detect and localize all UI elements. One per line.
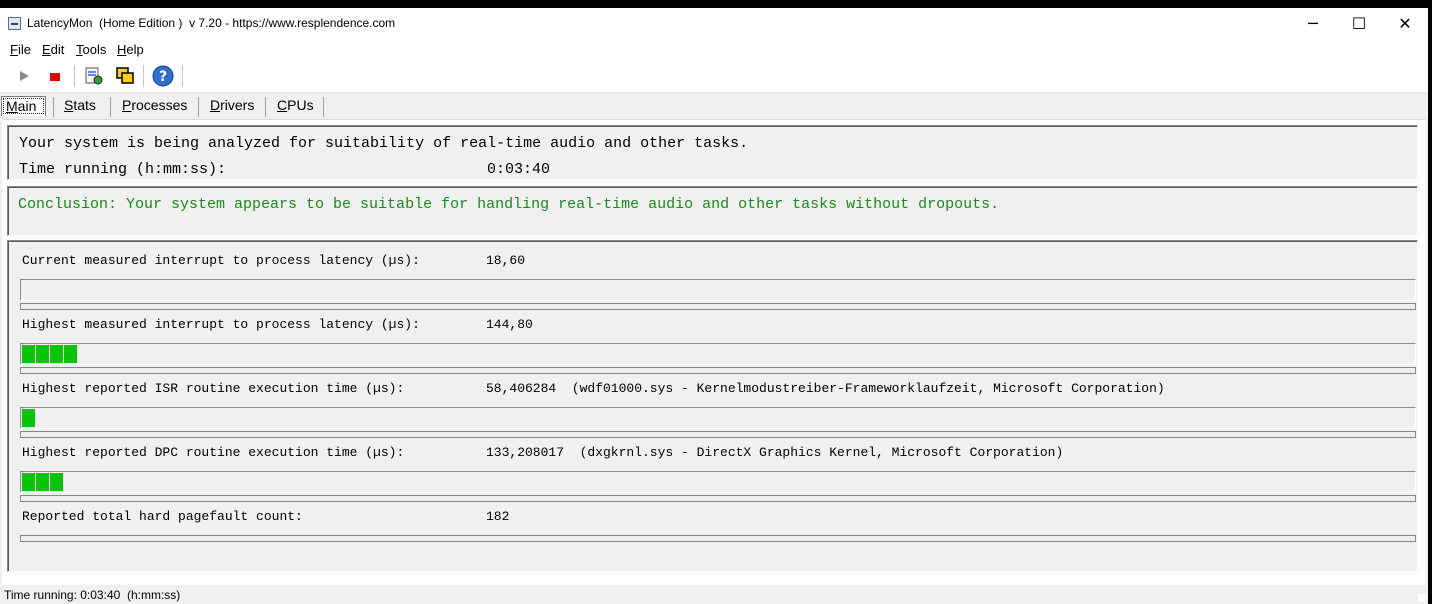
close-icon: ✕	[1398, 14, 1412, 33]
minimize-button[interactable]: ─	[1290, 8, 1336, 39]
menu-edit[interactable]: Edit	[42, 42, 64, 57]
conclusion-text: Conclusion: Your system appears to be su…	[18, 196, 1000, 213]
tab-bar: Main Stats Processes Drivers CPUs	[0, 93, 1428, 119]
menu-tools[interactable]: Tools	[76, 42, 106, 57]
metric-value: 18,60	[486, 253, 526, 268]
menu-help[interactable]: Help	[117, 42, 144, 57]
toolbar-separator	[74, 65, 75, 87]
metric-divider	[20, 367, 1416, 374]
bar-segment	[50, 345, 64, 363]
analysis-text: Your system is being analyzed for suitab…	[19, 135, 749, 152]
tab-processes[interactable]: Processes	[118, 96, 191, 116]
metric-bar-fill	[22, 473, 64, 491]
analysis-panel: Your system is being analyzed for suitab…	[7, 125, 1418, 180]
stop-button[interactable]	[43, 64, 67, 88]
bar-segment	[50, 473, 64, 491]
metric-value: 144,80	[486, 317, 533, 332]
maximize-icon: ☐	[1351, 14, 1367, 33]
bar-segment	[22, 345, 36, 363]
close-button[interactable]: ✕	[1382, 8, 1428, 39]
help-button[interactable]: ?	[151, 64, 175, 88]
bar-segment	[64, 345, 78, 363]
metric-divider	[20, 495, 1416, 502]
toolbar-separator	[143, 65, 144, 87]
tab-separator	[110, 97, 111, 117]
metric-label: Highest reported DPC routine execution t…	[22, 445, 405, 460]
window-title: LatencyMon (Home Edition ) v 7.20 - http…	[27, 16, 396, 30]
windows-icon	[116, 67, 134, 84]
metric-value: 182	[486, 509, 510, 524]
status-text: Time running: 0:03:40 (h:mm:ss)	[4, 588, 181, 602]
metric-bar	[20, 279, 1416, 301]
menu-file[interactable]: File	[10, 42, 31, 57]
metric-bar-fill	[22, 345, 78, 363]
bar-segment	[22, 473, 36, 491]
bar-segment	[36, 345, 50, 363]
title-bar[interactable]: LatencyMon (Home Edition ) v 7.20 - http…	[0, 8, 1428, 39]
menu-bar: File Edit Tools Help	[0, 39, 1428, 61]
tab-drivers[interactable]: Drivers	[206, 96, 258, 116]
maximize-button[interactable]: ☐	[1336, 8, 1382, 39]
metric-detail: (dxgkrnl.sys - DirectX Graphics Kernel, …	[579, 445, 1064, 460]
conclusion-panel: Conclusion: Your system appears to be su…	[7, 186, 1418, 236]
report-button[interactable]	[81, 64, 105, 88]
metric-label: Current measured interrupt to process la…	[22, 253, 420, 268]
toolbar: ?	[0, 61, 1428, 93]
play-icon	[20, 71, 29, 81]
bar-segment	[36, 473, 50, 491]
metric-value: 58,406284	[486, 381, 557, 396]
start-button[interactable]	[12, 64, 36, 88]
minimize-icon: ─	[1308, 14, 1318, 33]
time-running-value: 0:03:40	[487, 161, 551, 178]
metric-bar	[20, 407, 1416, 429]
metric-detail: (wdf01000.sys - Kernelmodustreiber-Frame…	[571, 381, 1165, 396]
tab-separator	[265, 97, 266, 117]
tab-separator	[323, 97, 324, 117]
metric-label: Reported total hard pagefault count:	[22, 509, 303, 524]
tab-stats[interactable]: Stats	[60, 96, 100, 116]
tab-separator	[198, 97, 199, 117]
metric-bar-fill	[22, 409, 36, 427]
metric-value: 133,208017	[486, 445, 565, 460]
stop-icon	[50, 73, 60, 81]
metric-label: Highest measured interrupt to process la…	[22, 317, 420, 332]
metric-bar	[20, 343, 1416, 365]
latencymon-window: LatencyMon (Home Edition ) v 7.20 - http…	[0, 8, 1428, 604]
tab-separator	[53, 97, 54, 117]
main-tab-content: Your system is being analyzed for suitab…	[2, 119, 1426, 585]
tab-cpus[interactable]: CPUs	[273, 96, 318, 116]
metric-divider	[20, 431, 1416, 438]
toolbar-separator	[182, 65, 183, 87]
tab-main[interactable]: Main	[1, 96, 46, 116]
bar-segment	[22, 409, 36, 427]
metrics-panel: Current measured interrupt to process la…	[7, 240, 1418, 572]
resize-grip[interactable]	[1418, 594, 1426, 602]
status-bar: Time running: 0:03:40 (h:mm:ss)	[0, 586, 1428, 604]
cpu-window-button[interactable]	[113, 64, 137, 88]
app-icon	[8, 17, 21, 30]
time-running-label: Time running (h:mm:ss):	[19, 161, 227, 178]
svg-text:?: ?	[159, 69, 167, 85]
metric-divider	[20, 303, 1416, 310]
metric-label: Highest reported ISR routine execution t…	[22, 381, 405, 396]
metric-divider	[20, 535, 1416, 542]
metric-bar	[20, 471, 1416, 493]
help-icon: ?	[152, 65, 174, 87]
report-icon	[85, 67, 103, 85]
